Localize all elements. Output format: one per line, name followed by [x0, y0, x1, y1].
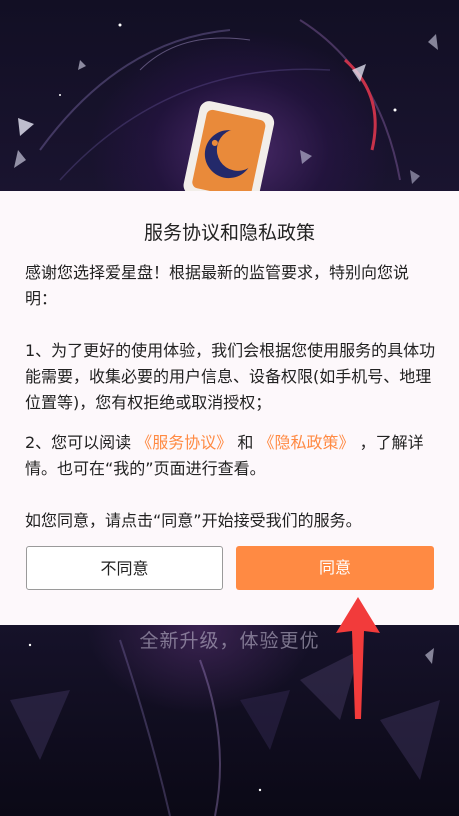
usage-notice-text: 1、为了更好的使用体验，我们会根据您使用服务的具体功能需要，收集必要的用户信息、…	[25, 341, 436, 412]
moon-card-logo-icon	[183, 101, 275, 198]
agreements-prefix-text: 2、您可以阅读	[25, 433, 137, 452]
dialog-body: 感谢您选择爱星盘！根据最新的监管要求，特别向您说明： 1、为了更好的使用体验，我…	[25, 260, 437, 534]
red-up-arrow-icon	[336, 597, 380, 719]
consent-note-text: 如您同意，请点击“同意”开始接受我们的服务。	[25, 511, 362, 530]
privacy-consent-dialog: 服务协议和隐私政策 感谢您选择爱星盘！根据最新的监管要求，特别向您说明： 1、为…	[0, 191, 459, 625]
splash-tagline: 全新升级，体验更优	[139, 630, 320, 652]
agree-button[interactable]: 同意	[236, 546, 434, 590]
dialog-title: 服务协议和隐私政策	[143, 222, 315, 244]
agreements-notice: 2、您可以阅读 《服务协议》 和 《隐私政策》 ，了解详情。也可在“我的”页面进…	[25, 430, 437, 482]
decline-button[interactable]: 不同意	[26, 546, 223, 590]
and-text: 和	[232, 433, 259, 452]
splash-screen: 全新升级，体验更优 服务协议和隐私政策 感谢您选择爱星盘！根据最新的监管要求，特…	[0, 0, 459, 816]
service-agreement-link[interactable]: 《服务协议》	[136, 433, 232, 452]
intro-text: 感谢您选择爱星盘！根据最新的监管要求，特别向您说明：	[25, 263, 410, 308]
privacy-policy-link[interactable]: 《隐私政策》	[258, 433, 354, 452]
